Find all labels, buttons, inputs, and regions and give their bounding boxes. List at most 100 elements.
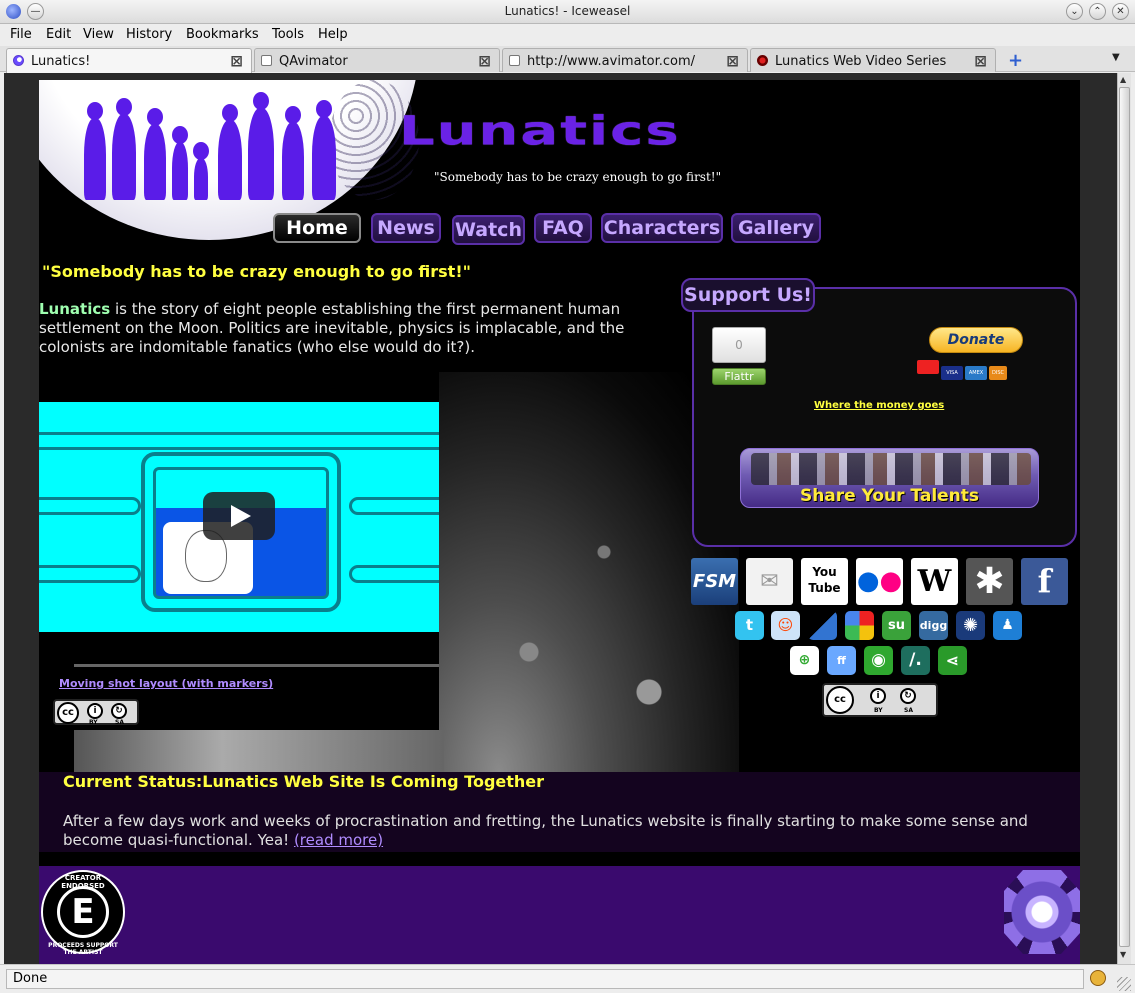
- video-frame[interactable]: [39, 402, 439, 632]
- status-body: After a few days work and weeks of procr…: [63, 812, 1053, 850]
- window-title: Lunatics! - Iceweasel: [504, 4, 631, 18]
- endorsed-e-icon: E: [57, 886, 109, 938]
- email-icon[interactable]: ✉: [746, 558, 793, 605]
- card-amex-icon: AMEX: [965, 366, 987, 380]
- video-title-link[interactable]: Moving shot layout (with markers): [59, 677, 273, 690]
- flattr-button[interactable]: Flattr: [712, 368, 766, 385]
- stumbleupon-icon[interactable]: su: [882, 611, 911, 640]
- menu-tools[interactable]: Tools: [272, 27, 304, 42]
- wikipedia-icon[interactable]: W: [911, 558, 958, 605]
- minimize-button[interactable]: ⌄: [1066, 3, 1083, 20]
- nav-home[interactable]: Home: [273, 213, 361, 243]
- video-player[interactable]: Moving shot layout (with markers) cc i ↻ B…: [39, 402, 439, 730]
- tab-label: http://www.avimator.com/: [527, 54, 696, 69]
- record-favicon-icon: [757, 55, 768, 66]
- site-logo[interactable]: Lunatics: [399, 108, 681, 155]
- close-window-button[interactable]: ✕: [1112, 3, 1129, 20]
- support-title: Support Us!: [681, 278, 815, 312]
- read-more-link[interactable]: (read more): [294, 831, 383, 849]
- tab-close-icon[interactable]: ⊠: [726, 52, 739, 70]
- cc-license-badge[interactable]: cc i ↻ BY SA: [53, 699, 139, 726]
- google-bookmarks-icon[interactable]: [845, 611, 874, 640]
- myspace-icon[interactable]: ♟: [993, 611, 1022, 640]
- page-viewport: Lunatics "Somebody has to be crazy enoug…: [4, 73, 1117, 964]
- scroll-up-arrow-icon[interactable]: ▲: [1120, 75, 1126, 84]
- nav-watch[interactable]: Watch: [452, 215, 525, 245]
- addon-face-icon[interactable]: [1090, 970, 1106, 986]
- menu-edit[interactable]: Edit: [46, 27, 71, 42]
- maximize-button[interactable]: ⌃: [1089, 3, 1106, 20]
- nav-gallery[interactable]: Gallery: [731, 213, 821, 243]
- status-text: Done: [6, 969, 1084, 989]
- resize-grip-icon[interactable]: [1117, 977, 1131, 991]
- card-mc-icon: [917, 360, 939, 374]
- scrollbar-thumb[interactable]: [1119, 87, 1130, 947]
- star-share-icon[interactable]: ✺: [956, 611, 985, 640]
- reddit-icon[interactable]: ☺: [771, 611, 800, 640]
- payment-cards-icon: VISA AMEX DISC: [917, 360, 1037, 380]
- menu-view[interactable]: View: [83, 27, 114, 42]
- share-icon[interactable]: ⋖: [938, 646, 967, 675]
- donate-button[interactable]: Donate: [929, 327, 1023, 353]
- title-bar: — Lunatics! - Iceweasel ⌄ ⌃ ✕: [0, 0, 1135, 24]
- tab-bar: Lunatics! ⊠ QAvimator ⊠ http://www.avima…: [0, 46, 1135, 73]
- page-favicon-icon: [509, 55, 520, 66]
- where-money-goes-link[interactable]: Where the money goes: [814, 400, 944, 411]
- slashdot-icon[interactable]: /.: [901, 646, 930, 675]
- tab-close-icon[interactable]: ⊠: [478, 52, 491, 70]
- intro-text: is the story of eight people establishin…: [39, 300, 625, 356]
- menu-history[interactable]: History: [126, 27, 172, 42]
- tab-lunatics-video[interactable]: Lunatics Web Video Series ⊠: [750, 48, 996, 72]
- cc-license-badge-sidebar[interactable]: cc i ↻ BY SA: [822, 683, 938, 717]
- site-tagline: "Somebody has to be crazy enough to go f…: [434, 170, 722, 184]
- chat-icon[interactable]: ◉: [864, 646, 893, 675]
- tab-qavimator[interactable]: QAvimator ⊠: [254, 48, 500, 72]
- youtube-icon[interactable]: You Tube: [801, 558, 848, 605]
- status-text: After a few days work and weeks of procr…: [63, 812, 1028, 849]
- friendfeed-icon[interactable]: ff: [827, 646, 856, 675]
- intro-highlight: Lunatics: [39, 300, 111, 318]
- page-favicon-icon: [261, 55, 272, 66]
- scroll-down-arrow-icon[interactable]: ▼: [1120, 950, 1126, 959]
- creative-tools-graphic: [751, 453, 1031, 485]
- tab-close-icon[interactable]: ⊠: [230, 52, 243, 70]
- intro-paragraph: Lunatics is the story of eight people es…: [39, 300, 649, 357]
- tab-avimator[interactable]: http://www.avimator.com/ ⊠: [502, 48, 748, 72]
- creator-endorsed-badge[interactable]: CREATOR ENDORSED E PROCEEDS SUPPORT THE …: [41, 870, 125, 956]
- share-talents-label: Share Your Talents: [799, 486, 980, 506]
- tab-label: Lunatics!: [31, 54, 91, 69]
- new-tab-plus-icon[interactable]: +: [1008, 50, 1023, 71]
- page-footer: CREATOR ENDORSED E PROCEEDS SUPPORT THE …: [39, 866, 1080, 964]
- card-visa-icon: VISA: [941, 366, 963, 380]
- flickr-icon[interactable]: ●●: [856, 558, 903, 605]
- menu-file[interactable]: File: [10, 27, 32, 42]
- web-page: Lunatics "Somebody has to be crazy enoug…: [39, 80, 1080, 964]
- colonist-silhouettes-graphic: [84, 88, 354, 200]
- digg-icon[interactable]: digg: [919, 611, 948, 640]
- menu-bar: File Edit View History Bookmarks Tools H…: [0, 24, 1135, 46]
- intro-quote: "Somebody has to be crazy enough to go f…: [42, 262, 471, 281]
- tab-list-arrow-icon[interactable]: ▼: [1112, 52, 1120, 63]
- play-icon[interactable]: [203, 492, 275, 540]
- nav-characters[interactable]: Characters: [601, 213, 723, 243]
- asterisk-icon[interactable]: ✱: [966, 558, 1013, 605]
- card-discover-icon: DISC: [989, 366, 1007, 380]
- nav-faq[interactable]: FAQ: [534, 213, 592, 243]
- twitter-icon[interactable]: t: [735, 611, 764, 640]
- share-talents-banner[interactable]: Share Your Talents: [740, 448, 1039, 508]
- current-status-section: Current Status:Lunatics Web Site Is Comi…: [39, 772, 1080, 852]
- tab-close-icon[interactable]: ⊠: [974, 52, 987, 70]
- menu-help[interactable]: Help: [318, 27, 348, 42]
- fsm-icon[interactable]: FSM: [691, 558, 738, 605]
- delicious-icon[interactable]: [808, 611, 837, 640]
- tab-label: QAvimator: [279, 54, 348, 69]
- tab-lunatics[interactable]: Lunatics! ⊠: [6, 48, 252, 73]
- vertical-scrollbar[interactable]: ▲ ▼: [1117, 73, 1131, 964]
- facebook-icon[interactable]: f: [1021, 558, 1068, 605]
- status-title: Current Status:Lunatics Web Site Is Comi…: [63, 772, 545, 791]
- moon-surface-strip: [74, 730, 444, 772]
- map-share-icon[interactable]: ⊕: [790, 646, 819, 675]
- nav-news[interactable]: News: [371, 213, 441, 243]
- menu-bookmarks[interactable]: Bookmarks: [186, 27, 259, 42]
- video-progress-bar[interactable]: [74, 664, 439, 667]
